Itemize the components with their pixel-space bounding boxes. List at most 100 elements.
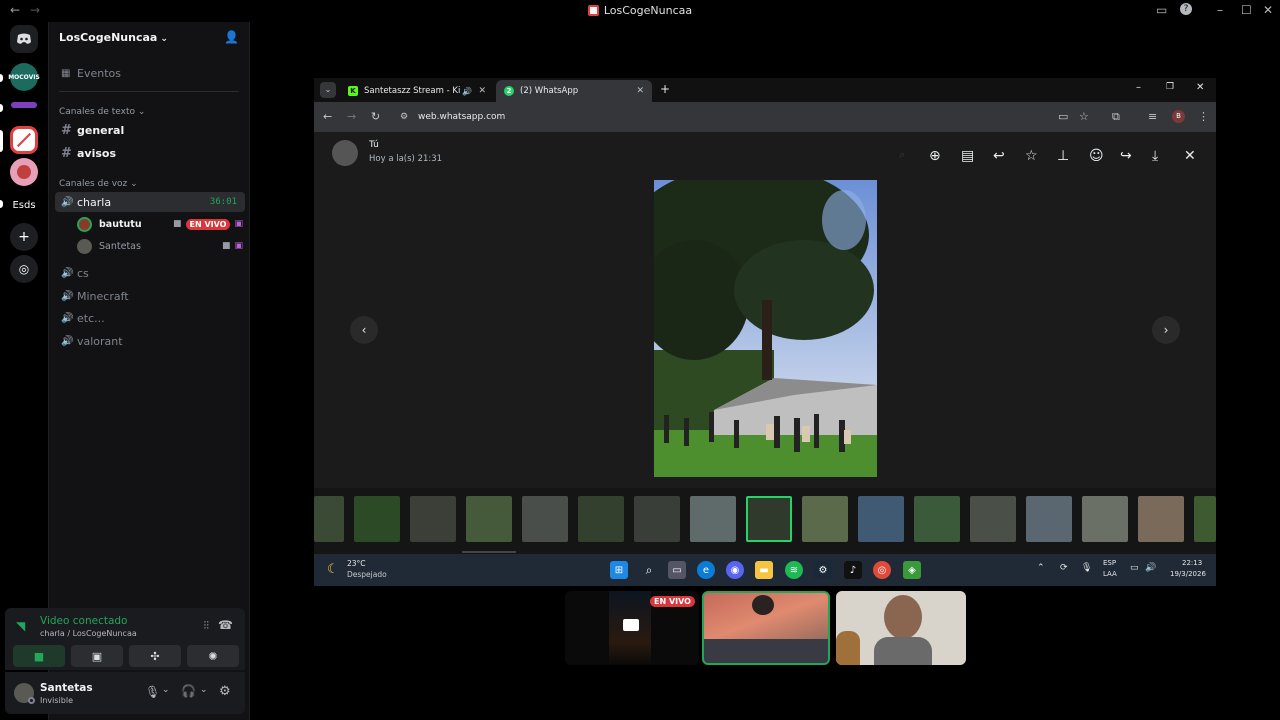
chevron-down-icon[interactable]: ⌄ (200, 685, 208, 695)
server-purple-icon[interactable] (10, 96, 38, 114)
help-icon[interactable]: ? (1180, 3, 1192, 15)
media-thumbnail[interactable] (1082, 496, 1128, 542)
microphone-icon[interactable]: 🎙 (145, 685, 160, 699)
voice-channel-cs[interactable]: 🔊 cs (55, 263, 245, 283)
chevron-up-icon[interactable]: ⌃ (1037, 563, 1045, 573)
spotify-icon[interactable]: ≋ (785, 561, 803, 579)
language-bottom[interactable]: LAA (1103, 570, 1117, 578)
audio-playing-icon[interactable]: 🔊 (462, 87, 472, 96)
profile-avatar-icon[interactable]: B (1172, 110, 1185, 123)
username[interactable]: Santetas (40, 682, 93, 694)
channel-general[interactable]: # general (55, 120, 245, 140)
participant-video-santetas[interactable] (836, 591, 966, 665)
close-window-icon[interactable]: ✕ (1263, 3, 1273, 17)
message-icon[interactable]: ▤ (961, 148, 974, 164)
media-thumbnail[interactable] (970, 496, 1016, 542)
network-icon[interactable]: ▭ (1130, 563, 1139, 573)
clock-time[interactable]: 22:13 (1182, 559, 1202, 567)
server-esds-icon[interactable]: Esds (10, 191, 38, 219)
bookmark-star-icon[interactable]: ☆ (1079, 110, 1089, 123)
invite-people-icon[interactable]: 👤 (224, 30, 239, 44)
discord-icon[interactable]: ◉ (726, 561, 744, 579)
tab-kick[interactable]: K Santetaszz Stream - Kick Da 🔊 ✕ (340, 80, 494, 102)
search-icon[interactable]: ⌕ (640, 561, 658, 579)
share-screen-button[interactable]: ▣ (71, 645, 123, 667)
app-icon[interactable]: ◈ (903, 561, 921, 579)
chevron-down-icon[interactable]: ⌄ (162, 685, 170, 695)
close-tab-icon[interactable]: ✕ (636, 86, 644, 96)
restore-icon[interactable]: ❐ (1166, 82, 1174, 92)
reply-icon[interactable]: ↩ (993, 148, 1005, 164)
noise-suppression-icon[interactable]: ⫶⫶ (204, 619, 210, 633)
stream-preview-tile[interactable]: EN VIVO (565, 591, 699, 665)
reload-icon[interactable]: ↻ (371, 110, 380, 123)
sync-icon[interactable]: ⟳ (1060, 563, 1068, 573)
extensions-icon[interactable]: ⧉ (1112, 110, 1120, 124)
add-server-icon[interactable]: + (10, 223, 38, 251)
voice-channel-minecraft[interactable]: 🔊 Minecraft (55, 286, 245, 306)
site-info-icon[interactable]: ⚙ (400, 112, 408, 122)
voice-channel-etc[interactable]: 🔊 etc... (55, 308, 245, 328)
minimize-icon[interactable]: – (1217, 3, 1223, 17)
next-media-button[interactable]: › (1152, 316, 1180, 344)
channel-avisos[interactable]: # avisos (55, 143, 245, 163)
steam-icon[interactable]: ⚙ (814, 561, 832, 579)
events-item[interactable]: ▦ Eventos (55, 63, 245, 83)
headphones-icon[interactable]: 🎧 (181, 684, 196, 698)
menu-dots-icon[interactable]: ⋮ (1198, 110, 1209, 123)
server-mocovis-icon[interactable]: MOCOVIS (8, 63, 40, 91)
minimize-icon[interactable]: – (1136, 82, 1141, 93)
participant-video-baututu[interactable] (702, 591, 830, 665)
media-thumbnail[interactable] (858, 496, 904, 542)
voice-channel-valorant[interactable]: 🔊 valorant (55, 331, 245, 351)
soundboard-button[interactable]: ✺ (187, 645, 239, 667)
volume-icon[interactable]: 🔊 (1145, 563, 1156, 573)
url-input[interactable]: ⚙ web.whatsapp.com (394, 106, 1194, 128)
close-window-icon[interactable]: ✕ (1196, 82, 1204, 93)
media-thumbnail-selected[interactable] (746, 496, 792, 542)
discord-home-icon[interactable] (10, 25, 38, 53)
media-thumbnail[interactable] (522, 496, 568, 542)
new-tab-icon[interactable]: + (660, 82, 670, 96)
emoji-icon[interactable]: ☺ (1089, 148, 1104, 164)
media-thumbnail[interactable] (410, 496, 456, 542)
media-thumbnail[interactable] (314, 496, 344, 542)
media-thumbnail[interactable] (466, 496, 512, 542)
media-control-icon[interactable]: ≡ (1148, 110, 1157, 123)
previous-media-button[interactable]: ‹ (350, 316, 378, 344)
tab-whatsapp[interactable]: 2 (2) WhatsApp ✕ (496, 80, 652, 102)
server-loscogenuncaa-icon[interactable] (10, 126, 38, 154)
tab-search-icon[interactable]: ⌄ (320, 82, 336, 98)
media-thumbnail[interactable] (578, 496, 624, 542)
tiktok-icon[interactable]: ♪ (844, 561, 862, 579)
strip-scrollbar[interactable] (462, 551, 516, 553)
disconnect-icon[interactable]: ☎ (218, 618, 233, 632)
start-icon[interactable]: ⊞ (610, 561, 628, 579)
media-thumbnail[interactable] (690, 496, 736, 542)
media-thumbnail[interactable] (914, 496, 960, 542)
server-name-header[interactable]: LosCogeNuncaa ⌄ (59, 31, 168, 44)
media-thumbnail[interactable] (1194, 496, 1216, 542)
media-photo[interactable] (654, 180, 877, 477)
media-thumbnail[interactable] (1138, 496, 1184, 542)
install-app-icon[interactable]: ▭ (1058, 110, 1068, 123)
edge-icon[interactable]: e (697, 561, 715, 579)
file-explorer-icon[interactable]: ▬ (755, 561, 773, 579)
inbox-icon[interactable]: ▭ (1156, 3, 1167, 17)
close-tab-icon[interactable]: ✕ (478, 86, 486, 96)
voice-user-baututu[interactable]: baututu ■ EN VIVO ▣ (77, 214, 243, 234)
forward-arrow-icon[interactable]: → (347, 110, 356, 123)
media-thumbnail[interactable] (802, 496, 848, 542)
media-thumbnail[interactable] (354, 496, 400, 542)
zoom-in-icon[interactable]: ⊕ (929, 148, 941, 164)
text-channels-category[interactable]: Canales de texto ⌄ (59, 107, 145, 117)
star-icon[interactable]: ☆ (1025, 148, 1038, 164)
camera-button[interactable]: ■ (13, 645, 65, 667)
media-thumbnail[interactable] (634, 496, 680, 542)
settings-gear-icon[interactable]: ⚙ (219, 684, 231, 699)
pin-icon[interactable]: ⊥ (1057, 148, 1069, 164)
microphone-icon[interactable]: 🎙 (1081, 563, 1092, 573)
connection-status[interactable]: Video conectado (40, 615, 127, 627)
voice-user-santetas[interactable]: Santetas ■ ▣ (77, 236, 243, 256)
media-thumbnail[interactable] (1026, 496, 1072, 542)
